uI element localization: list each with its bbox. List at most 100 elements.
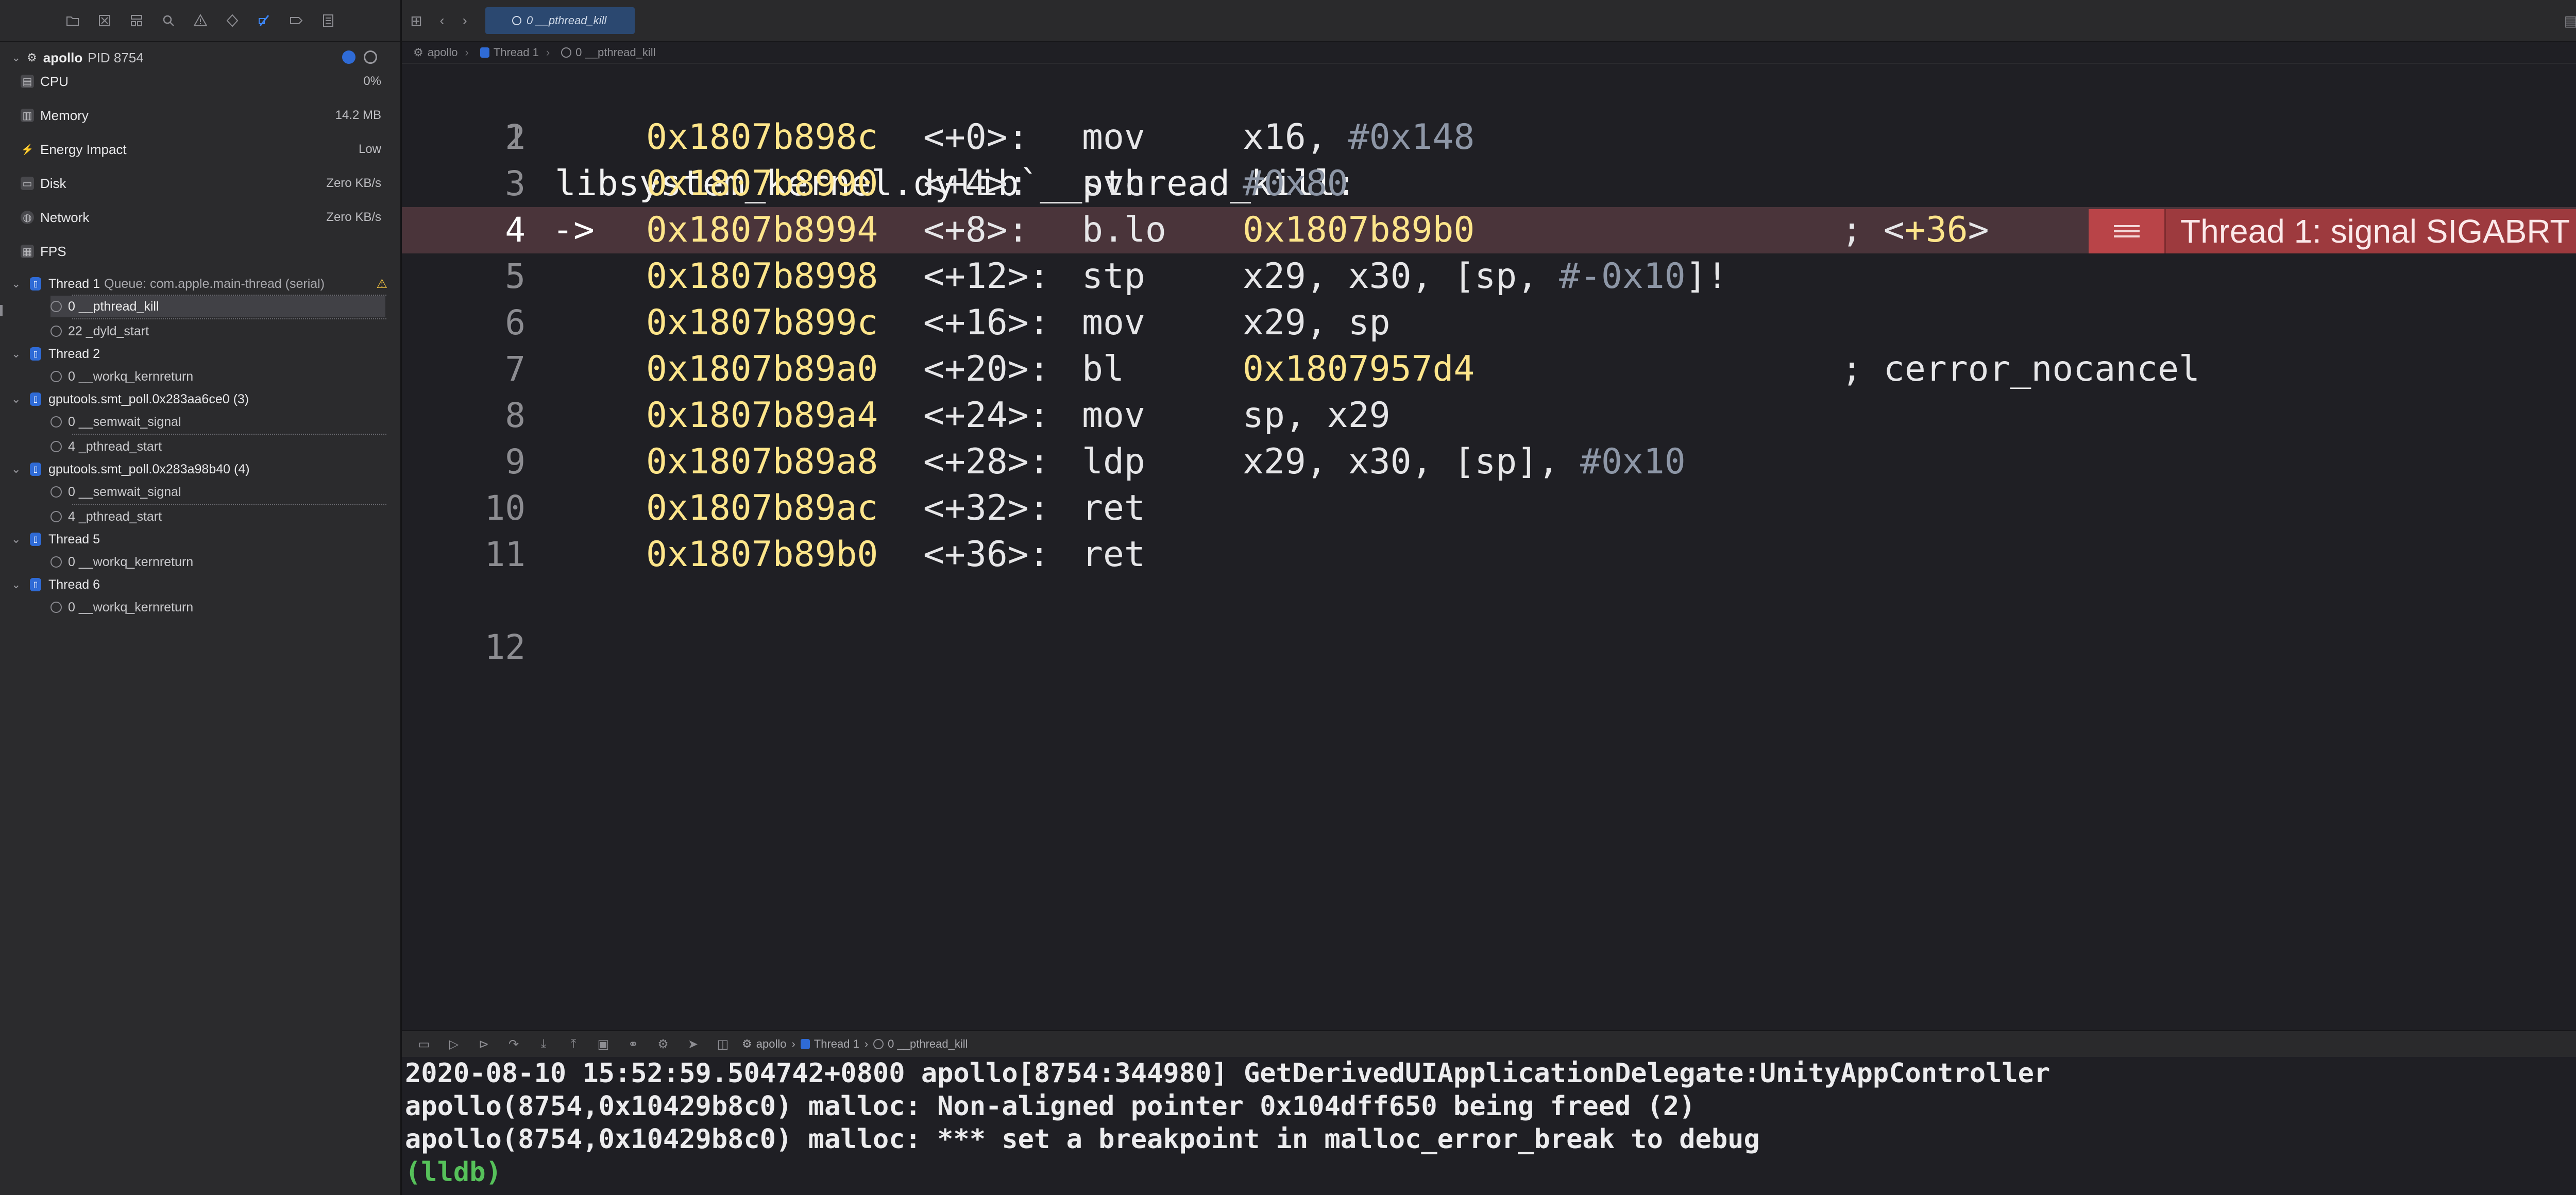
code-line[interactable]: 9 0x1807b89a8 <+28>: ldp x29, x30, [sp], #0x… [402,439,2576,485]
chevron-down-icon[interactable]: ⌄ [11,463,27,476]
debug-crumb-thread[interactable]: Thread 1 [800,1037,859,1051]
chevron-down-icon[interactable]: ⌄ [11,392,27,406]
chevron-down-icon[interactable]: ⌄ [11,533,27,546]
stack-frame-row[interactable]: 0 __semwait_signal [50,411,385,433]
search-icon[interactable] [161,13,176,28]
chevron-down-icon[interactable]: ⌄ [11,51,27,64]
stack-frame-row[interactable]: 0 __pthread_kill [50,296,385,317]
gauge-energy[interactable]: ⚡ Energy Impact Low [21,137,381,162]
menu-icon[interactable] [2089,209,2166,253]
code-line[interactable]: 10 0x1807b89ac <+32>: ret [402,485,2576,532]
process-status-icon[interactable] [342,50,355,64]
back-icon[interactable]: ‹ [434,12,450,29]
code-line[interactable]: 11 0x1807b89b0 <+36>: ret [402,532,2576,578]
chevron-down-icon[interactable]: ⌄ [11,347,27,361]
instruction-mnemonic: ldp [1082,441,1145,482]
view-hierarchy-icon[interactable]: ▣ [596,1036,611,1052]
debug-crumb-project[interactable]: ⚙ apollo [742,1037,786,1051]
frame-icon [50,556,62,568]
jumpbar-frame[interactable]: 0 __pthread_kill [561,46,656,59]
frame-label: 0 __workq_kernreturn [68,554,194,569]
debug-icon[interactable] [257,13,272,28]
code-line[interactable]: 3 0x1807b8990 <+4>: svc #0x80 [402,161,2576,207]
thread-icon [800,1039,810,1049]
step-over-icon[interactable]: ↷ [506,1036,521,1052]
chevron-down-icon[interactable]: ⌄ [11,277,27,291]
gauge-label: FPS [40,243,66,259]
comment-offset: +36 [1904,210,1968,250]
fps-icon: ▦ [21,245,34,258]
gauge-disk[interactable]: ▭ Disk Zero KB/s [21,171,381,196]
grid-icon[interactable]: ⊞ [408,12,425,29]
crash-banner[interactable]: Thread 1: signal SIGABRT [2089,209,2576,253]
stack-frame-row[interactable]: 22 _dyld_start [50,320,385,342]
stack-frame-row[interactable]: 0 __semwait_signal [50,481,385,503]
folder-icon[interactable] [65,13,80,28]
thread-row[interactable]: ⌄ ▯ gputools.smt_poll.0x283a98b40 (4) [11,458,387,480]
lldb-console[interactable]: 2020-08-10 15:52:59.504742+0800 apollo[8… [402,1057,2576,1195]
stack-frame-row[interactable]: 0 __workq_kernreturn [50,551,385,573]
chevron-down-icon[interactable]: ⌄ [11,578,27,591]
gauge-cpu[interactable]: ▤ CPU 0% [21,69,381,94]
environment-icon[interactable]: ⚙ [655,1036,671,1052]
operand-target: 0x1807957d4 [1243,349,1475,389]
report-icon[interactable] [321,13,335,28]
step-into-icon[interactable]: ⤓ [536,1036,551,1052]
instruction-address: 0x1807b8990 [646,163,878,204]
code-area[interactable]: 1 libsystem_kernel.dylib`__pthread_kill:… [402,68,2576,667]
gauge-fps[interactable]: ▦ FPS [21,239,381,264]
camera-icon[interactable]: ◫ [715,1036,731,1052]
source-control-icon[interactable] [97,13,112,28]
tab-label: 0 __pthread_kill [527,14,607,27]
app-icon: ⚙ [742,1037,752,1050]
hierarchy-icon[interactable] [129,13,144,28]
forward-icon[interactable]: › [456,12,473,29]
thread-row[interactable]: ⌄ ▯ Thread 1 Queue: com.apple.main-threa… [11,273,387,295]
test-icon[interactable] [225,13,240,28]
gauge-value: 14.2 MB [335,108,381,122]
instruction-operands: x29, x30, [sp, #-0x10]! [1243,253,1728,300]
gauge-value: 0% [363,74,381,88]
gauge-memory[interactable]: ▥ Memory 14.2 MB [21,103,381,128]
process-options-icon[interactable] [364,50,377,64]
breakpoint-icon[interactable] [289,13,303,28]
code-line[interactable]: 12 [402,578,2576,667]
code-line[interactable]: 8 0x1807b89a4 <+24>: mov sp, x29 [402,392,2576,439]
code-line[interactable]: 6 0x1807b899c <+16>: mov x29, sp [402,300,2576,346]
thread-row[interactable]: ⌄ ▯ Thread 2 [11,343,387,365]
frame-icon [561,47,572,58]
editor-options-icon[interactable]: ▤ [2563,12,2576,29]
code-line[interactable]: 7 0x1807b89a0 <+20>: bl 0x1807957d4 ; cerror_… [402,346,2576,392]
breakpoints-toggle-icon[interactable]: ▷ [446,1036,462,1052]
code-line[interactable]: 1 libsystem_kernel.dylib`__pthread_kill: [402,68,2576,204]
stack-frame-row[interactable]: 4 _pthread_start [50,436,385,457]
thread-row[interactable]: ⌄ ▯ Thread 5 [11,528,387,550]
thread-icon: ▯ [30,347,41,361]
jumpbar-thread[interactable]: Thread 1 [480,46,539,59]
thread-row[interactable]: ⌄ ▯ gputools.smt_poll.0x283aa6ce0 (3) [11,388,387,410]
stack-frame-row[interactable]: 4 _pthread_start [50,506,385,527]
stack-frame-row[interactable]: 0 __workq_kernreturn [50,596,385,618]
issue-icon[interactable] [193,13,208,28]
code-line[interactable]: 5 0x1807b8998 <+12>: stp x29, x30, [sp, #-0x… [402,253,2576,300]
operand-text: ]! [1685,256,1728,297]
tab-pthread-kill[interactable]: 0 __pthread_kill [485,7,635,34]
debug-crumb-frame[interactable]: 0 __pthread_kill [873,1037,968,1051]
memory-graph-icon[interactable]: ⚭ [625,1036,641,1052]
instruction-mnemonic: stp [1082,256,1145,297]
memory-icon: ▥ [21,109,34,122]
code-line[interactable]: 2 0x1807b898c <+0>: mov x16, #0x148 [402,114,2576,161]
hide-debug-area-icon[interactable]: ▭ [416,1036,432,1052]
lldb-prompt[interactable]: (lldb) [405,1156,2576,1189]
gauge-network[interactable]: ◍ Network Zero KB/s [21,205,381,230]
thread-row[interactable]: ⌄ ▯ Thread 6 [11,574,387,595]
process-row[interactable]: ⌄ ⚙ apollo PID 8754 [11,47,144,68]
jumpbar-project[interactable]: ⚙ apollo [413,46,457,59]
location-icon[interactable]: ➤ [685,1036,701,1052]
operand-text: x16, [1243,117,1348,158]
thread-icon: ▯ [30,463,41,476]
continue-icon[interactable]: ⊳ [476,1036,492,1052]
step-out-icon[interactable]: ⤒ [566,1036,581,1052]
line-number: 9 [505,442,526,482]
stack-frame-row[interactable]: 0 __workq_kernreturn [50,366,385,387]
